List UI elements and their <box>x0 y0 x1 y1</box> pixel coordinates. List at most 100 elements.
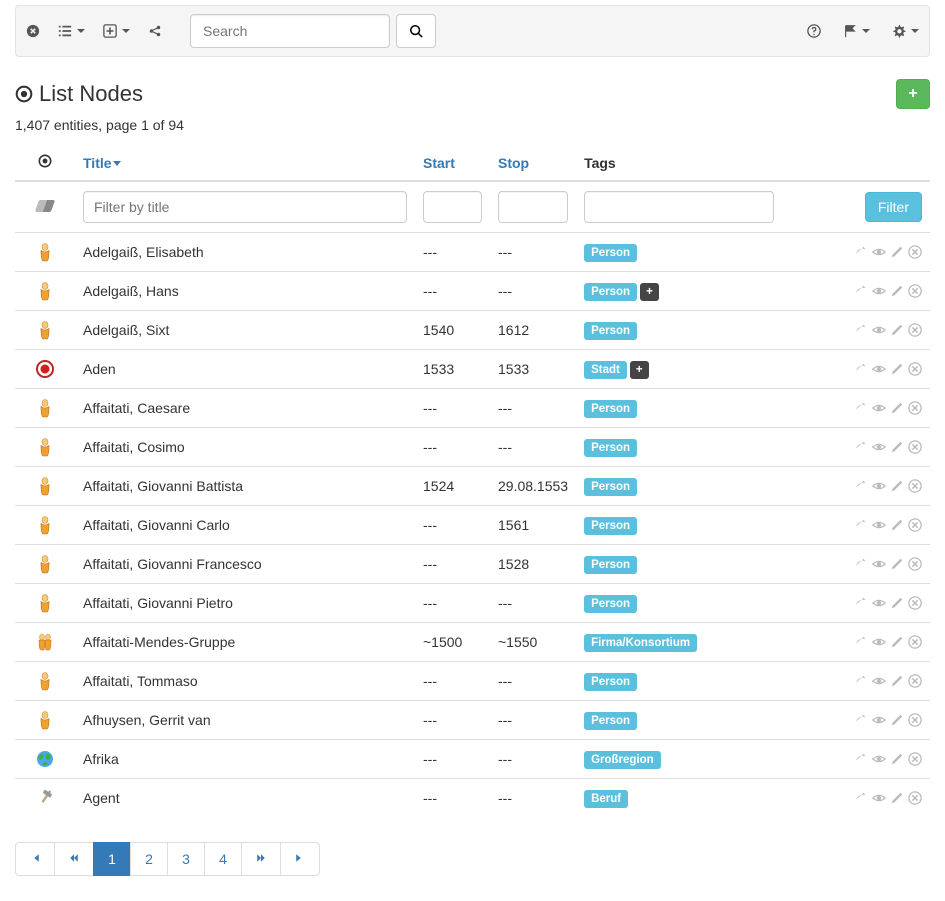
view-icon[interactable] <box>872 518 886 532</box>
delete-icon[interactable] <box>908 791 922 805</box>
goto-icon[interactable] <box>854 596 868 610</box>
edit-icon[interactable] <box>890 635 904 649</box>
tag-badge[interactable]: Person <box>584 478 637 496</box>
edit-icon[interactable] <box>890 518 904 532</box>
node-title[interactable]: Affaitati, Giovanni Pietro <box>83 595 233 611</box>
edit-icon[interactable] <box>890 245 904 259</box>
close-button[interactable] <box>26 24 40 38</box>
view-icon[interactable] <box>872 752 886 766</box>
view-icon[interactable] <box>872 557 886 571</box>
share-button[interactable] <box>148 24 162 38</box>
edit-icon[interactable] <box>890 440 904 454</box>
goto-icon[interactable] <box>854 518 868 532</box>
settings-menu[interactable] <box>892 24 919 38</box>
goto-icon[interactable] <box>854 752 868 766</box>
edit-icon[interactable] <box>890 674 904 688</box>
view-icon[interactable] <box>872 323 886 337</box>
tag-badge[interactable]: Großregion <box>584 751 661 769</box>
goto-icon[interactable] <box>854 791 868 805</box>
node-title[interactable]: Agent <box>83 790 120 806</box>
goto-icon[interactable] <box>854 401 868 415</box>
goto-icon[interactable] <box>854 713 868 727</box>
edit-icon[interactable] <box>890 713 904 727</box>
node-title[interactable]: Afhuysen, Gerrit van <box>83 712 211 728</box>
view-icon[interactable] <box>872 401 886 415</box>
col-stop[interactable]: Stop <box>490 145 576 181</box>
tag-badge[interactable]: Person <box>584 595 637 613</box>
edit-icon[interactable] <box>890 596 904 610</box>
node-title[interactable]: Afrika <box>83 751 119 767</box>
node-title[interactable]: Affaitati, Giovanni Battista <box>83 478 243 494</box>
goto-icon[interactable] <box>854 557 868 571</box>
page-1[interactable]: 1 <box>93 842 131 876</box>
tag-badge[interactable]: Person <box>584 439 637 457</box>
search-button[interactable] <box>396 14 436 48</box>
tag-badge[interactable]: Person <box>584 244 637 262</box>
node-title[interactable]: Affaitati, Tommaso <box>83 673 198 689</box>
page-first[interactable] <box>15 842 55 876</box>
delete-icon[interactable] <box>908 284 922 298</box>
view-icon[interactable] <box>872 635 886 649</box>
tag-badge[interactable]: Person <box>584 517 637 535</box>
edit-icon[interactable] <box>890 557 904 571</box>
more-tags-badge[interactable]: + <box>630 361 649 379</box>
edit-icon[interactable] <box>890 362 904 376</box>
view-icon[interactable] <box>872 713 886 727</box>
edit-icon[interactable] <box>890 479 904 493</box>
node-title[interactable]: Affaitati-Mendes-Gruppe <box>83 634 235 650</box>
page-prev[interactable] <box>54 842 94 876</box>
filter-start-input[interactable] <box>423 191 482 223</box>
tag-badge[interactable]: Person <box>584 556 637 574</box>
delete-icon[interactable] <box>908 245 922 259</box>
goto-icon[interactable] <box>854 674 868 688</box>
view-icon[interactable] <box>872 245 886 259</box>
delete-icon[interactable] <box>908 557 922 571</box>
delete-icon[interactable] <box>908 518 922 532</box>
col-title[interactable]: Title <box>75 145 415 181</box>
tag-badge[interactable]: Person <box>584 400 637 418</box>
add-node-button[interactable]: + <box>896 79 930 109</box>
view-icon[interactable] <box>872 791 886 805</box>
tag-badge[interactable]: Beruf <box>584 790 628 808</box>
view-icon[interactable] <box>872 440 886 454</box>
node-title[interactable]: Affaitati, Giovanni Francesco <box>83 556 262 572</box>
view-icon[interactable] <box>872 362 886 376</box>
delete-icon[interactable] <box>908 713 922 727</box>
node-title[interactable]: Adelgaiß, Sixt <box>83 322 169 338</box>
delete-icon[interactable] <box>908 362 922 376</box>
filter-stop-input[interactable] <box>498 191 568 223</box>
edit-icon[interactable] <box>890 323 904 337</box>
page-3[interactable]: 3 <box>167 842 205 876</box>
tag-badge[interactable]: Firma/Konsortium <box>584 634 697 652</box>
edit-icon[interactable] <box>890 401 904 415</box>
goto-icon[interactable] <box>854 323 868 337</box>
tag-badge[interactable]: Stadt <box>584 361 627 379</box>
goto-icon[interactable] <box>854 635 868 649</box>
goto-icon[interactable] <box>854 362 868 376</box>
flag-menu[interactable] <box>843 24 870 38</box>
view-icon[interactable] <box>872 674 886 688</box>
tag-badge[interactable]: Person <box>584 322 637 340</box>
filter-tags-input[interactable] <box>584 191 774 223</box>
delete-icon[interactable] <box>908 674 922 688</box>
goto-icon[interactable] <box>854 479 868 493</box>
delete-icon[interactable] <box>908 401 922 415</box>
filter-button[interactable]: Filter <box>865 192 922 222</box>
delete-icon[interactable] <box>908 323 922 337</box>
node-title[interactable]: Aden <box>83 361 116 377</box>
delete-icon[interactable] <box>908 635 922 649</box>
node-title[interactable]: Adelgaiß, Hans <box>83 283 179 299</box>
delete-icon[interactable] <box>908 596 922 610</box>
view-icon[interactable] <box>872 479 886 493</box>
search-input[interactable] <box>190 14 390 48</box>
add-menu[interactable] <box>103 24 130 38</box>
delete-icon[interactable] <box>908 752 922 766</box>
help-button[interactable] <box>807 24 821 38</box>
delete-icon[interactable] <box>908 440 922 454</box>
edit-icon[interactable] <box>890 284 904 298</box>
page-last[interactable] <box>280 842 320 876</box>
col-start[interactable]: Start <box>415 145 490 181</box>
tag-badge[interactable]: Person <box>584 673 637 691</box>
node-title[interactable]: Affaitati, Cosimo <box>83 439 185 455</box>
goto-icon[interactable] <box>854 440 868 454</box>
